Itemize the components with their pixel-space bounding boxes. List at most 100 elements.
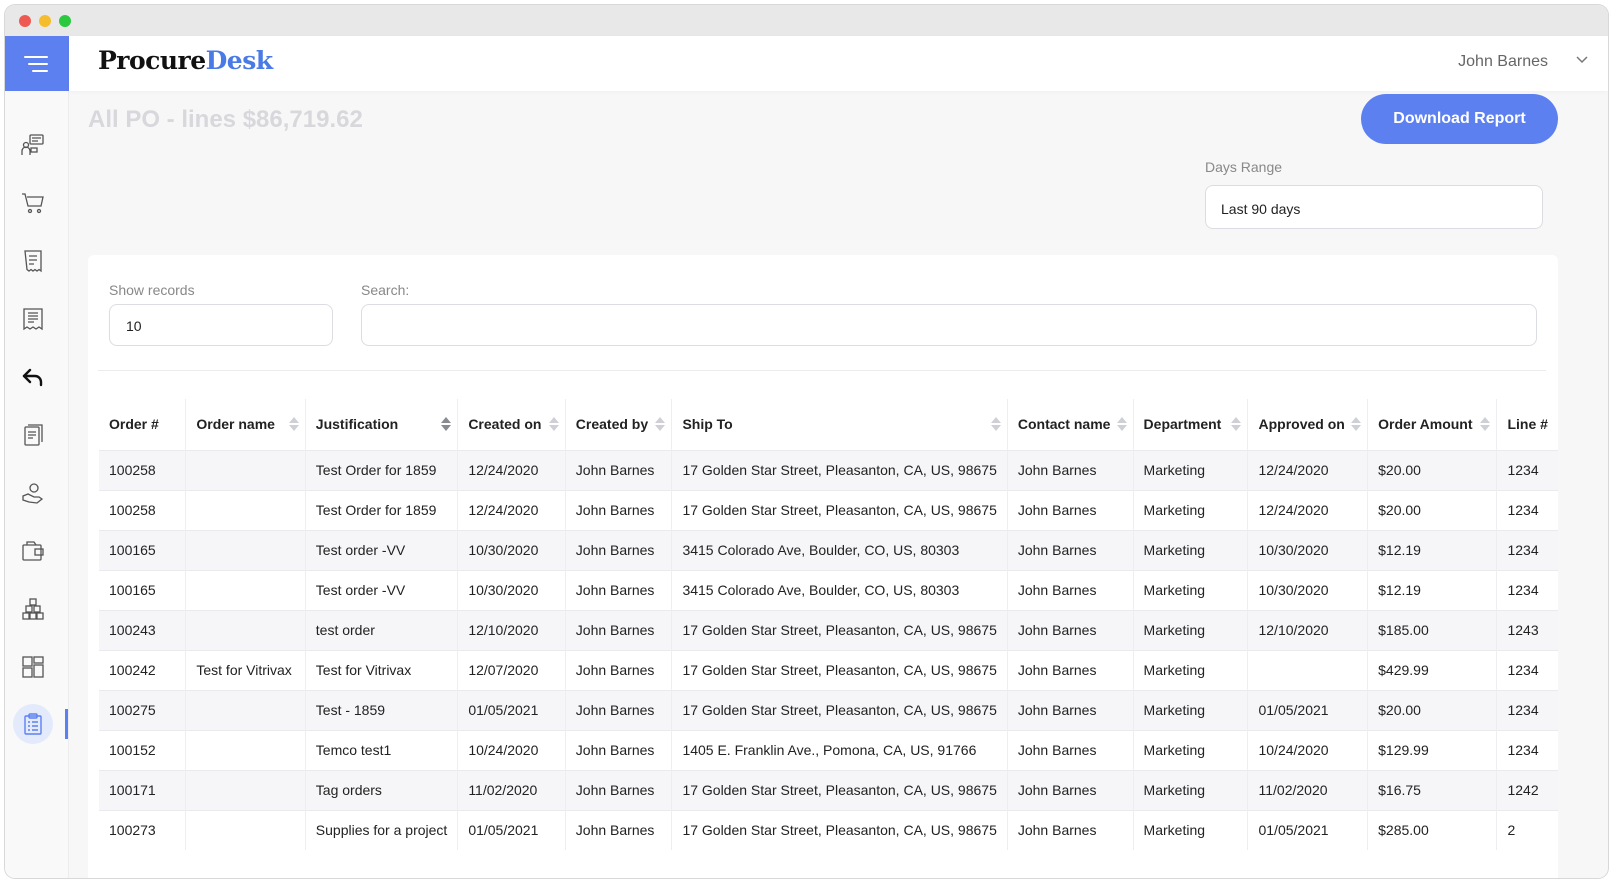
sort-icon[interactable] [548, 417, 559, 431]
department-cell: Marketing [1133, 569, 1249, 610]
sidebar-item-requests[interactable] [18, 130, 48, 160]
sort-icon[interactable] [288, 417, 299, 431]
table-row[interactable]: 100152 Temco test1 10/24/2020 John Barnes 14… [99, 729, 1558, 770]
department-cell: Marketing [1133, 449, 1249, 490]
table-header-row: Order # Order name Justification Created… [99, 399, 1558, 450]
column-header-line-number[interactable]: Line # [1497, 399, 1558, 450]
department-cell: Marketing [1133, 649, 1249, 690]
sidebar-item-receipts[interactable] [18, 246, 48, 276]
sort-icon[interactable] [441, 417, 452, 431]
sort-icon[interactable] [1231, 417, 1242, 431]
created-by-cell: John Barnes [565, 689, 673, 730]
sort-icon[interactable] [1480, 417, 1491, 431]
table-row[interactable]: 100258 Test Order for 1859 12/24/2020 John … [99, 449, 1558, 490]
order-number-cell: 100165 [99, 569, 187, 610]
table-row[interactable]: 100273 Supplies for a project 01/05/2021 Jo… [99, 809, 1558, 850]
table-row[interactable]: 100165 Test order -VV 10/30/2020 John Barne… [99, 569, 1558, 610]
column-header-justification[interactable]: Justification [305, 399, 459, 450]
sidebar-item-returns[interactable] [18, 362, 48, 392]
created-on-cell: 12/24/2020 [457, 449, 566, 490]
minimize-window-button[interactable] [39, 15, 51, 27]
maximize-window-button[interactable] [59, 15, 71, 27]
chevron-down-icon[interactable] [1576, 56, 1588, 64]
clipboard-report-icon [24, 713, 42, 735]
sidebar-item-cart[interactable] [18, 188, 48, 218]
column-header-department[interactable]: Department [1133, 399, 1249, 450]
created-by-cell: John Barnes [565, 809, 673, 850]
contact-name-cell: John Barnes [1007, 609, 1134, 650]
receipt-icon [24, 250, 42, 273]
sidebar-item-payments[interactable] [18, 478, 48, 508]
days-range-select[interactable]: Last 90 days [1205, 185, 1543, 229]
order-amount-cell: $20.00 [1367, 449, 1498, 490]
show-records-select[interactable]: 10 [109, 304, 333, 346]
column-header-order-number[interactable]: Order # [99, 399, 187, 450]
user-menu-name[interactable]: John Barnes [1458, 53, 1548, 71]
column-header-contact-name[interactable]: Contact name [1007, 399, 1134, 450]
order-number-cell: 100152 [99, 729, 187, 770]
sidebar-item-reports[interactable] [18, 709, 48, 739]
order-amount-cell: $129.99 [1367, 729, 1498, 770]
order-name-cell [185, 609, 306, 650]
created-on-cell: 10/30/2020 [457, 569, 566, 610]
column-header-created-by[interactable]: Created by [565, 399, 673, 450]
sort-icon[interactable] [655, 417, 666, 431]
po-lines-table: Order # Order name Justification Created… [99, 399, 1558, 850]
column-header-approved-on[interactable]: Approved on [1247, 399, 1369, 450]
download-report-button[interactable]: Download Report [1361, 94, 1558, 144]
sort-icon[interactable] [1351, 417, 1362, 431]
table-row[interactable]: 100242 Test for Vitrivax Test for Vitrivax… [99, 649, 1558, 690]
department-cell: Marketing [1133, 529, 1249, 570]
sidebar-item-inventory[interactable] [18, 594, 48, 624]
table-row[interactable]: 100258 Test Order for 1859 12/24/2020 John … [99, 489, 1558, 530]
column-header-order-amount[interactable]: Order Amount [1367, 399, 1498, 450]
folder-icon [22, 541, 44, 561]
approved-on-cell [1247, 649, 1369, 690]
order-number-cell: 100165 [99, 529, 187, 570]
sidebar-item-invoices[interactable] [18, 304, 48, 334]
contact-name-cell: John Barnes [1007, 769, 1134, 810]
created-by-cell: John Barnes [565, 489, 673, 530]
created-on-cell: 11/02/2020 [457, 769, 566, 810]
department-cell: Marketing [1133, 609, 1249, 650]
hamburger-icon [24, 55, 48, 72]
table-row[interactable]: 100171 Tag orders 11/02/2020 John Barnes 17 … [99, 769, 1558, 810]
sort-icon[interactable] [990, 417, 1001, 431]
department-cell: Marketing [1133, 689, 1249, 730]
sidebar-item-folders[interactable] [18, 536, 48, 566]
column-header-label: Order name [196, 416, 275, 433]
table-row[interactable]: 100165 Test order -VV 10/30/2020 John Barne… [99, 529, 1558, 570]
justification-cell: Tag orders [305, 769, 459, 810]
search-input[interactable] [361, 304, 1537, 346]
sort-icon[interactable] [1116, 417, 1127, 431]
column-header-ship-to[interactable]: Ship To [671, 399, 1008, 450]
column-header-label: Ship To [682, 416, 733, 433]
order-name-cell [185, 489, 306, 530]
procuredesk-logo[interactable]: ProcureDesk [98, 46, 273, 75]
column-header-order-name[interactable]: Order name [185, 399, 306, 450]
contact-name-cell: John Barnes [1007, 649, 1134, 690]
sidebar-item-dashboard[interactable] [18, 652, 48, 682]
column-header-created-on[interactable]: Created on [457, 399, 566, 450]
order-number-cell: 100171 [99, 769, 187, 810]
ship-to-cell: 17 Golden Star Street, Pleasanton, CA, U… [671, 809, 1008, 850]
page-title: All PO - lines $86,719.62 [88, 106, 363, 133]
ship-to-cell: 17 Golden Star Street, Pleasanton, CA, U… [671, 449, 1008, 490]
show-records-label: Show records [109, 282, 195, 298]
hamburger-menu-button[interactable] [5, 36, 69, 91]
contact-name-cell: John Barnes [1007, 529, 1134, 570]
created-by-cell: John Barnes [565, 529, 673, 570]
order-name-cell [185, 449, 306, 490]
close-window-button[interactable] [19, 15, 31, 27]
line-number-cell: 1234 [1496, 649, 1558, 690]
column-header-label: Created by [575, 416, 649, 433]
order-amount-cell: $20.00 [1367, 689, 1498, 730]
table-row[interactable]: 100275 Test - 1859 01/05/2021 John Barnes 17… [99, 689, 1558, 730]
created-by-cell: John Barnes [565, 769, 673, 810]
sidebar-item-documents[interactable] [18, 420, 48, 450]
ship-to-cell: 3415 Colorado Ave, Boulder, CO, US, 8030… [671, 569, 1008, 610]
order-number-cell: 100273 [99, 809, 187, 850]
table-row[interactable]: 100243 test order 12/10/2020 John Barnes 17 … [99, 609, 1558, 650]
created-by-cell: John Barnes [565, 649, 673, 690]
created-on-cell: 12/10/2020 [457, 609, 566, 650]
